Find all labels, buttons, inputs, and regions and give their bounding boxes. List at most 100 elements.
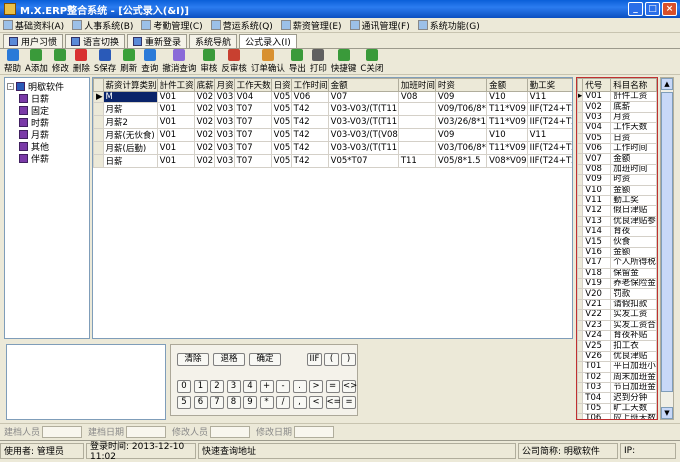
toolbar-button-11[interactable]: 导出 bbox=[289, 49, 306, 75]
table-cell[interactable]: IIF(T24+T25>8,0,2 bbox=[526, 115, 572, 129]
table-cell[interactable]: IIF(T24+T25>8,0,2 bbox=[526, 154, 572, 168]
key-12[interactable]: 6 bbox=[193, 396, 208, 409]
key-9[interactable]: = bbox=[325, 380, 340, 393]
toolbar-button-1[interactable]: A添加 bbox=[25, 49, 48, 75]
tree-item-5[interactable]: 伴薪 bbox=[7, 152, 87, 165]
table-cell[interactable]: M bbox=[102, 91, 158, 103]
column-header[interactable]: 金额 bbox=[327, 78, 399, 92]
tree-root[interactable]: - 明歇软件 bbox=[7, 80, 87, 93]
table-cell[interactable]: V02 bbox=[193, 154, 215, 168]
code-cell[interactable]: 平日加班小 bbox=[610, 361, 657, 373]
code-cell[interactable]: 节日加班金 bbox=[610, 381, 657, 394]
toolbar-button-4[interactable]: S保存 bbox=[94, 49, 116, 75]
table-cell[interactable]: T07 bbox=[233, 102, 272, 116]
table-cell[interactable]: V02 bbox=[193, 115, 215, 129]
status-quick-search[interactable]: 快速查询地址 bbox=[198, 442, 516, 459]
code-row[interactable]: V19 养老保险金 bbox=[577, 278, 657, 290]
code-cell[interactable]: 金额 bbox=[610, 184, 657, 196]
tree-item-1[interactable]: 固定 bbox=[7, 104, 87, 117]
key-0[interactable]: 0 bbox=[177, 380, 191, 393]
table-cell[interactable]: V05 bbox=[270, 128, 292, 142]
table-cell[interactable]: V02 bbox=[193, 128, 215, 142]
code-cell[interactable]: 底薪 bbox=[610, 101, 657, 113]
table-cell[interactable]: V03/T06/8* bbox=[434, 141, 488, 155]
key-14[interactable]: 8 bbox=[226, 396, 241, 409]
table-cell[interactable] bbox=[397, 115, 436, 129]
toolbar-button-7[interactable]: 撤消查询 bbox=[162, 49, 196, 75]
code-row[interactable]: V10 金额 bbox=[577, 184, 657, 196]
key-7[interactable]: . bbox=[292, 380, 307, 393]
code-row[interactable]: V06 工作时间 bbox=[577, 142, 657, 155]
table-cell[interactable]: V05 bbox=[270, 102, 292, 116]
column-header[interactable]: 勤工奖 bbox=[526, 78, 572, 92]
code-cell[interactable]: 日资 bbox=[610, 132, 657, 144]
table-cell[interactable]: T11*V09 bbox=[486, 102, 528, 116]
column-header[interactable]: 底薪 bbox=[193, 78, 215, 92]
code-row[interactable]: V04 工作天数 bbox=[577, 122, 657, 134]
key-21[interactable]: = bbox=[342, 396, 356, 409]
table-cell[interactable]: V01 bbox=[156, 128, 195, 142]
key-15[interactable]: 9 bbox=[243, 396, 257, 409]
code-cell[interactable]: V16 bbox=[582, 246, 612, 259]
code-row[interactable]: V22 实发工资 bbox=[577, 309, 657, 321]
table-cell[interactable]: 月薪(后勤) bbox=[102, 141, 158, 155]
scroll-up-icon[interactable]: ▲ bbox=[661, 78, 673, 90]
code-cell[interactable]: T02 bbox=[582, 371, 612, 383]
table-row[interactable]: 月薪 V01 V02 V03 T07 V05 T42 V03-V03/(T(T11 V09/T0… bbox=[93, 102, 572, 116]
table-cell[interactable]: V03 bbox=[213, 154, 235, 168]
code-cell[interactable]: 个人所得税 bbox=[610, 257, 657, 269]
table-cell[interactable]: IIF(T24+T25>8,0,2 bbox=[526, 141, 572, 155]
code-cell[interactable]: V10 bbox=[582, 184, 612, 196]
code-row[interactable]: V07 金额 bbox=[577, 153, 657, 165]
code-cell[interactable]: 加班时间 bbox=[610, 163, 657, 176]
table-cell[interactable]: V09/T06/8* bbox=[434, 102, 488, 116]
column-header[interactable]: 时资 bbox=[434, 78, 488, 92]
code-row[interactable]: V16 金额 bbox=[577, 246, 657, 259]
key-6[interactable]: - bbox=[276, 380, 290, 393]
table-cell[interactable]: V10 bbox=[486, 91, 528, 103]
menu-item-3[interactable]: 营运系统(Q) bbox=[210, 19, 273, 32]
code-row[interactable]: V03 月资 bbox=[577, 111, 657, 124]
table-cell[interactable]: 月薪(无伙食) bbox=[102, 128, 158, 142]
code-row[interactable]: V26 优良津贴 bbox=[577, 350, 657, 363]
code-cell[interactable]: T04 bbox=[582, 392, 612, 404]
code-cell[interactable]: 月资 bbox=[610, 111, 657, 124]
code-cell[interactable]: T06 bbox=[582, 413, 612, 419]
table-cell[interactable]: V01 bbox=[156, 141, 195, 155]
table-row[interactable]: ▶MV01V02V03V04V05V06V07V08V09V10V11V12 bbox=[93, 91, 572, 103]
code-cell[interactable]: V26 bbox=[582, 350, 612, 363]
calc-func-0[interactable]: IIF bbox=[307, 353, 322, 366]
key-16[interactable]: * bbox=[259, 396, 274, 409]
key-5[interactable]: + bbox=[259, 380, 274, 393]
table-cell[interactable]: V05 bbox=[270, 154, 292, 168]
code-cell[interactable]: 时资 bbox=[610, 174, 657, 186]
table-cell[interactable] bbox=[397, 102, 436, 116]
code-cell[interactable]: V24 bbox=[582, 329, 612, 342]
toolbar-button-10[interactable]: 订单确认 bbox=[251, 49, 285, 75]
table-cell[interactable]: V01 bbox=[156, 91, 195, 103]
footer-input[interactable] bbox=[294, 425, 335, 438]
table-cell[interactable]: 日薪 bbox=[102, 154, 158, 168]
code-cell[interactable]: 假日津贴 bbox=[610, 205, 657, 217]
table-cell[interactable]: V09 bbox=[434, 91, 488, 103]
table-cell[interactable]: V03 bbox=[213, 91, 235, 103]
key-17[interactable]: / bbox=[276, 396, 290, 409]
menu-item-0[interactable]: 基础资料(A) bbox=[3, 19, 64, 32]
table-cell[interactable]: V09 bbox=[434, 128, 488, 142]
code-row[interactable]: V12 假日津贴 bbox=[577, 205, 657, 217]
key-1[interactable]: 1 bbox=[193, 380, 208, 393]
code-cell[interactable]: 育夜补贴 bbox=[610, 329, 657, 342]
table-cell[interactable]: T42 bbox=[290, 115, 329, 129]
code-cell[interactable]: V25 bbox=[582, 340, 612, 352]
menu-item-4[interactable]: 薪资管理(E) bbox=[280, 19, 342, 32]
code-list-scrollbar[interactable]: ▲ ▼ bbox=[660, 77, 674, 420]
maximize-button[interactable]: □ bbox=[645, 2, 660, 16]
code-cell[interactable]: V15 bbox=[582, 236, 612, 248]
code-cell[interactable]: 勤工奖 bbox=[610, 194, 657, 207]
tab-3[interactable]: 系统导航 bbox=[189, 34, 238, 48]
code-cell[interactable]: 工作天数 bbox=[610, 122, 657, 134]
code-column-header[interactable]: 代号 bbox=[582, 78, 612, 92]
code-cell[interactable]: V14 bbox=[582, 226, 612, 238]
table-cell[interactable]: V11 bbox=[526, 128, 572, 142]
code-row[interactable]: T03 节日加班金 bbox=[577, 381, 657, 394]
